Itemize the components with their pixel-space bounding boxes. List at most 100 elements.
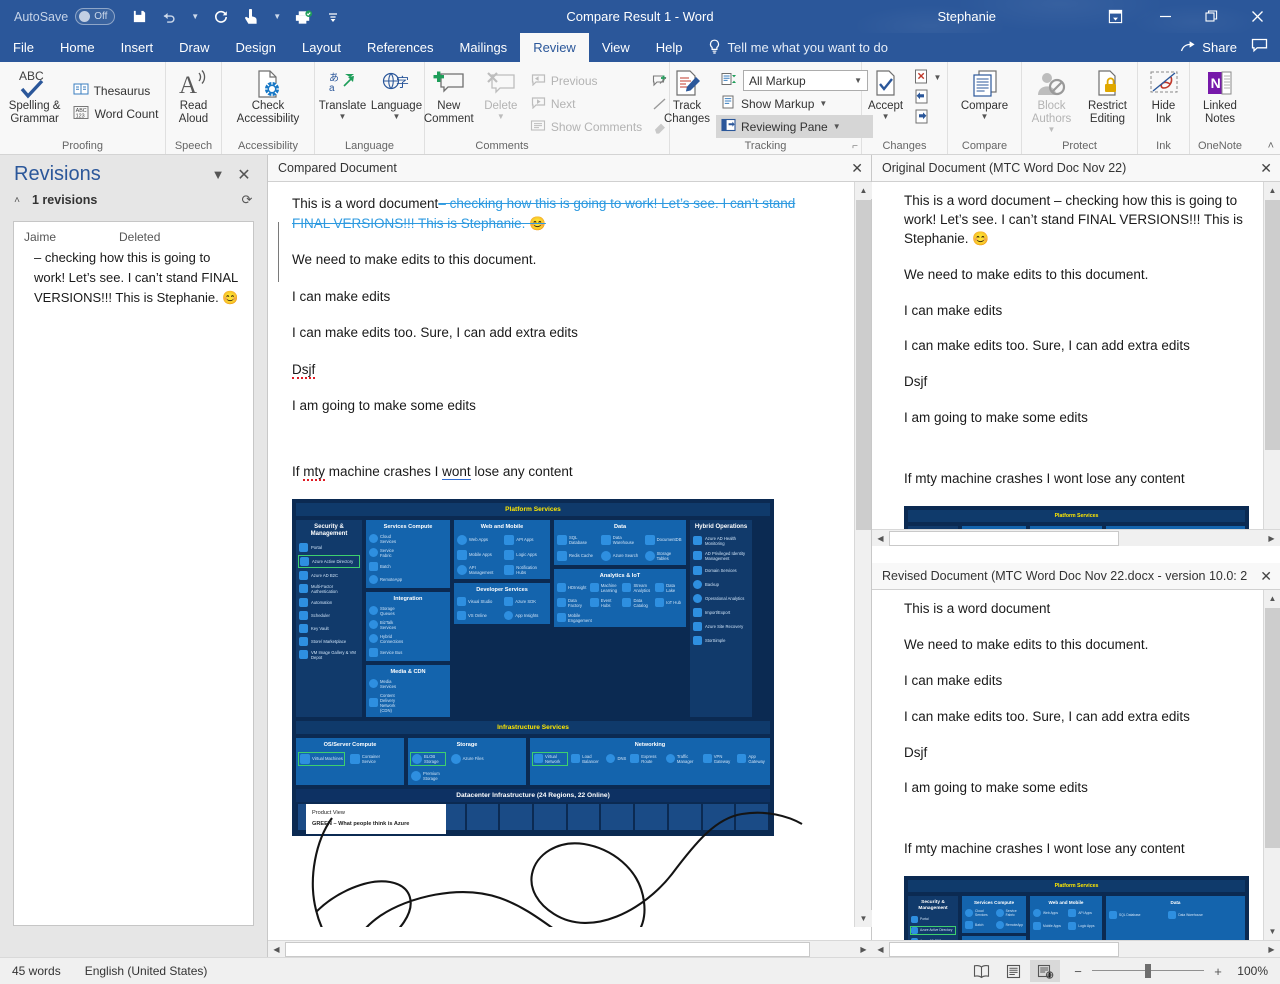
hscroll-track[interactable] [889, 531, 1263, 546]
scroll-down-arrow[interactable]: ▼ [855, 910, 872, 927]
restore-button[interactable] [1188, 0, 1234, 33]
hide-ink-button[interactable]: Hide Ink [1141, 65, 1187, 129]
block-authors-button[interactable]: Block Authors ▼ [1024, 65, 1080, 137]
tab-layout[interactable]: Layout [289, 33, 354, 62]
scroll-right-arrow[interactable]: ▶ [855, 941, 872, 958]
hscroll-track[interactable] [889, 942, 1263, 957]
language-status[interactable]: English (United States) [73, 964, 220, 978]
hscroll-thumb[interactable] [285, 942, 810, 957]
tab-view[interactable]: View [589, 33, 643, 62]
tracking-dialog-launcher[interactable]: ⌐ [852, 141, 858, 152]
check-accessibility-button[interactable]: Check Accessibility [225, 65, 311, 129]
compared-document-body[interactable]: This is a word document– checking how th… [268, 182, 855, 927]
original-document-body[interactable]: This is a word document – checking how t… [872, 182, 1263, 546]
scroll-thumb[interactable] [1265, 608, 1280, 848]
word-count-button[interactable]: ABC123 Word Count [68, 102, 164, 125]
refresh-revisions-icon[interactable]: ⟳ [237, 192, 257, 208]
print-preview-icon[interactable] [288, 2, 318, 31]
scroll-down-arrow[interactable]: ▼ [1264, 923, 1280, 940]
zoom-in-button[interactable]: + [1212, 964, 1224, 979]
tab-references[interactable]: References [354, 33, 446, 62]
translate-button[interactable]: あa Translate ▼ [316, 65, 370, 124]
read-aloud-button[interactable]: A Read Aloud [169, 65, 219, 129]
delete-comment-button[interactable]: Delete ▼ [477, 65, 525, 124]
thesaurus-button[interactable]: Thesaurus [68, 79, 164, 102]
show-comments-button[interactable]: Show Comments [525, 115, 647, 138]
show-markup-button[interactable]: Show Markup ▼ [716, 92, 873, 115]
compared-vertical-scrollbar[interactable]: ▲ ▼ [854, 182, 871, 927]
account-name[interactable]: Stephanie [937, 0, 996, 33]
scroll-thumb[interactable] [856, 200, 871, 530]
hscroll-thumb[interactable] [889, 942, 1119, 957]
previous-change-button[interactable] [909, 88, 947, 108]
touch-mode-dropdown-icon[interactable]: ▼ [266, 2, 288, 31]
tab-draw[interactable]: Draw [166, 33, 222, 62]
scroll-up-arrow[interactable]: ▲ [1264, 590, 1280, 607]
block-authors-dropdown-icon[interactable]: ▼ [1048, 126, 1056, 134]
print-layout-icon[interactable] [998, 960, 1028, 982]
scroll-up-arrow[interactable]: ▲ [855, 182, 872, 199]
revised-vertical-scrollbar[interactable]: ▲ ▼ [1263, 590, 1280, 940]
next-comment-button[interactable]: Next [525, 92, 647, 115]
revisions-options-icon[interactable]: ▼ [205, 167, 231, 182]
tab-file[interactable]: File [0, 33, 47, 62]
tab-review[interactable]: Review [520, 33, 589, 62]
compared-horizontal-scrollbar[interactable]: ◀ ▶ [268, 940, 872, 957]
accept-change-button[interactable]: Accept ▼ [863, 65, 909, 124]
close-button[interactable] [1234, 0, 1280, 33]
new-comment-button[interactable]: New Comment [421, 65, 477, 129]
autosave-toggle[interactable]: Off [75, 8, 115, 25]
restrict-editing-button[interactable]: Restrict Editing [1080, 65, 1136, 129]
display-for-review-dropdown[interactable]: All Markup ▼ [743, 70, 868, 91]
ribbon-display-options-icon[interactable] [1088, 0, 1142, 33]
customize-qat-icon[interactable] [318, 2, 348, 31]
close-original-document-icon[interactable]: ✕ [1260, 160, 1272, 177]
ink-drawing[interactable] [292, 792, 852, 927]
spelling-grammar-button[interactable]: ABC Spelling & Grammar [2, 65, 68, 129]
zoom-level[interactable]: 100% [1232, 964, 1268, 978]
azure-platform-diagram[interactable]: Platform Services Security & Management … [292, 499, 774, 836]
hscroll-track[interactable] [285, 942, 855, 957]
minimize-button[interactable] [1142, 0, 1188, 33]
collapse-summary-icon[interactable]: ˄ [10, 195, 24, 206]
previous-comment-button[interactable]: Previous [525, 69, 647, 92]
close-compared-document-icon[interactable]: ✕ [851, 160, 863, 177]
scroll-up-arrow[interactable]: ▲ [1264, 182, 1280, 199]
tab-design[interactable]: Design [223, 33, 289, 62]
language-dropdown-icon[interactable]: ▼ [393, 113, 401, 121]
scroll-right-arrow[interactable]: ▶ [1263, 530, 1280, 547]
hscroll-thumb[interactable] [889, 531, 1119, 546]
translate-dropdown-icon[interactable]: ▼ [339, 113, 347, 121]
web-layout-icon[interactable] [1030, 960, 1060, 982]
tell-me-search[interactable]: Tell me what you want to do [708, 33, 888, 62]
autosave-control[interactable]: AutoSave Off [14, 8, 115, 25]
track-changes-button[interactable]: Track Changes [658, 65, 716, 129]
undo-dropdown-icon[interactable]: ▼ [184, 2, 206, 31]
scroll-left-arrow[interactable]: ◀ [872, 941, 889, 958]
collapse-ribbon-icon[interactable]: ˄ [1268, 140, 1274, 152]
redo-icon[interactable] [206, 2, 236, 31]
next-change-button[interactable] [909, 108, 947, 128]
touch-mode-icon[interactable] [236, 2, 266, 31]
reject-dropdown-icon[interactable]: ▼ [934, 74, 942, 82]
compare-button[interactable]: Compare ▼ [952, 65, 1018, 124]
revised-document-body[interactable]: This is a word document We need to make … [872, 590, 1263, 940]
accept-dropdown-icon[interactable]: ▼ [882, 113, 890, 121]
linked-notes-button[interactable]: N Linked Notes [1194, 65, 1246, 129]
azure-platform-diagram-revised[interactable]: Platform Services Security & Management … [904, 876, 1249, 940]
tab-help[interactable]: Help [643, 33, 696, 62]
tab-insert[interactable]: Insert [108, 33, 167, 62]
compare-dropdown-icon[interactable]: ▼ [981, 113, 989, 121]
reject-change-button[interactable]: ▼ [909, 68, 947, 88]
word-count-status[interactable]: 45 words [0, 964, 73, 978]
scroll-thumb[interactable] [1265, 200, 1280, 450]
comment-icon[interactable] [1251, 38, 1268, 58]
zoom-out-button[interactable]: − [1072, 964, 1084, 979]
revised-horizontal-scrollbar[interactable]: ◀ ▶ [872, 940, 1280, 957]
undo-icon[interactable] [154, 2, 184, 31]
scroll-left-arrow[interactable]: ◀ [872, 530, 889, 547]
tab-home[interactable]: Home [47, 33, 108, 62]
language-button[interactable]: 字 Language ▼ [370, 65, 424, 124]
zoom-slider[interactable] [1092, 964, 1204, 978]
reviewing-pane-button[interactable]: Reviewing Pane ▼ [716, 115, 873, 138]
